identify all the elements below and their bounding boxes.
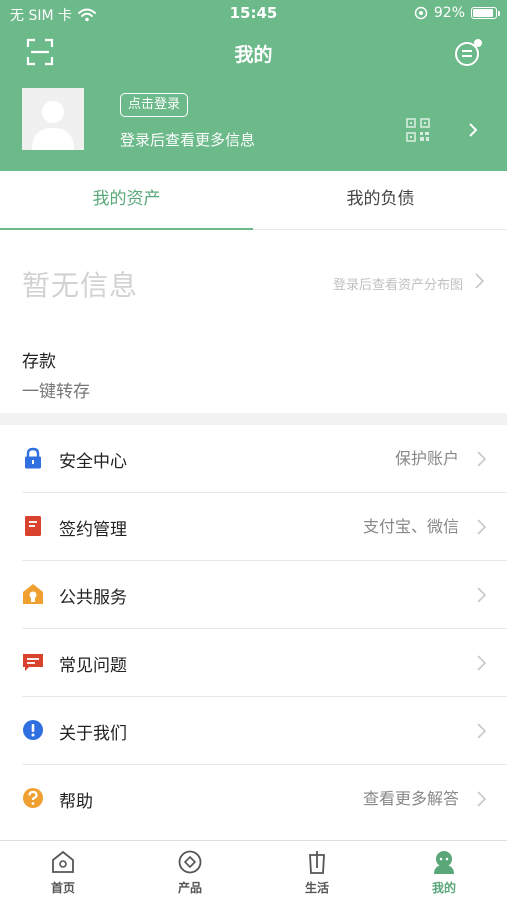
chevron-right-icon[interactable] — [467, 122, 479, 138]
bottom-tab-bar: 首页 产品 生活 我的 — [0, 840, 507, 900]
deposit-label: 存款 — [22, 352, 56, 372]
menu-item-label: 帮助 — [59, 792, 93, 812]
orientation-lock-icon — [414, 6, 428, 20]
chevron-right-icon — [477, 791, 487, 807]
tabbar-item-products[interactable]: 产品 — [127, 849, 253, 896]
menu-item-value: 查看更多解答 — [362, 789, 459, 808]
qr-code-icon[interactable] — [406, 118, 430, 142]
tabbar-item-life[interactable]: 生活 — [254, 849, 380, 896]
login-button[interactable]: 点击登录 — [120, 93, 189, 117]
profile-icon — [434, 851, 454, 874]
faq-icon — [23, 654, 43, 671]
distribution-hint: 登录后查看资产分布图 — [332, 278, 463, 293]
menu-item-value: 支付宝、微信 — [362, 517, 459, 536]
menu-item-label: 公共服务 — [59, 588, 127, 608]
menu-item-security-center[interactable]: 安全中心 保护账户 — [0, 425, 507, 493]
menu-item-public-service[interactable]: 公共服务 — [0, 561, 507, 629]
product-icon — [178, 850, 202, 874]
deposit-sub-label: 一键转存 — [22, 382, 90, 402]
active-tab-indicator — [0, 228, 253, 230]
menu-item-help[interactable]: 帮助 查看更多解答 — [0, 765, 507, 833]
avatar[interactable] — [22, 88, 84, 150]
home-icon — [52, 850, 74, 873]
lock-icon — [25, 447, 41, 469]
chevron-right-icon — [477, 519, 487, 535]
nav-bar: 我的 — [0, 28, 507, 76]
menu-item-faq[interactable]: 常见问题 — [0, 629, 507, 697]
menu-item-label: 签约管理 — [59, 520, 127, 540]
chevron-right-icon — [475, 273, 485, 289]
help-icon — [23, 788, 43, 808]
menu-item-about-us[interactable]: 关于我们 — [0, 697, 507, 765]
menu-item-value: 保护账户 — [394, 449, 459, 468]
menu-item-contract-management[interactable]: 签约管理 支付宝、微信 — [0, 493, 507, 561]
profile-section[interactable]: 点击登录 登录后查看更多信息 — [0, 86, 507, 156]
message-icon[interactable] — [453, 38, 483, 68]
tabbar-item-home[interactable]: 首页 — [0, 849, 126, 896]
battery-percent: 92% — [433, 5, 465, 21]
tabbar-label: 产品 — [177, 881, 202, 895]
tab-my-assets[interactable]: 我的资产 — [0, 171, 253, 229]
tabbar-label: 首页 — [50, 881, 75, 895]
tabbar-item-mine[interactable]: 我的 — [381, 849, 507, 896]
menu-item-label: 常见问题 — [59, 656, 127, 676]
tabbar-label: 生活 — [304, 881, 329, 895]
chevron-right-icon — [477, 655, 487, 671]
asset-tabs: 我的资产 我的负债 — [0, 171, 507, 229]
info-icon — [23, 720, 43, 740]
status-right-group: 92% — [414, 5, 500, 21]
login-hint: 登录后查看更多信息 — [120, 131, 256, 149]
tabbar-label: 我的 — [431, 881, 456, 895]
chevron-right-icon — [477, 451, 487, 467]
chevron-right-icon — [477, 587, 487, 603]
status-bar: 无 SIM 卡 15:45 92% — [0, 0, 507, 28]
chevron-right-icon — [477, 723, 487, 739]
battery-icon — [471, 7, 500, 19]
tab-my-liabilities[interactable]: 我的负债 — [254, 171, 507, 229]
asset-distribution-row[interactable]: 暂无信息 登录后查看资产分布图 — [0, 250, 507, 314]
deposit-section[interactable]: 存款 一键转存 — [22, 347, 90, 402]
battery-fill — [473, 9, 494, 17]
public-service-icon — [23, 584, 43, 604]
contract-icon — [25, 516, 41, 536]
life-icon — [309, 851, 325, 874]
page-title: 我的 — [234, 44, 273, 66]
default-avatar-icon — [22, 88, 84, 150]
empty-state-text: 暂无信息 — [22, 269, 139, 302]
menu-item-label: 安全中心 — [59, 452, 127, 472]
menu-item-label: 关于我们 — [59, 724, 127, 744]
section-separator — [0, 413, 507, 425]
